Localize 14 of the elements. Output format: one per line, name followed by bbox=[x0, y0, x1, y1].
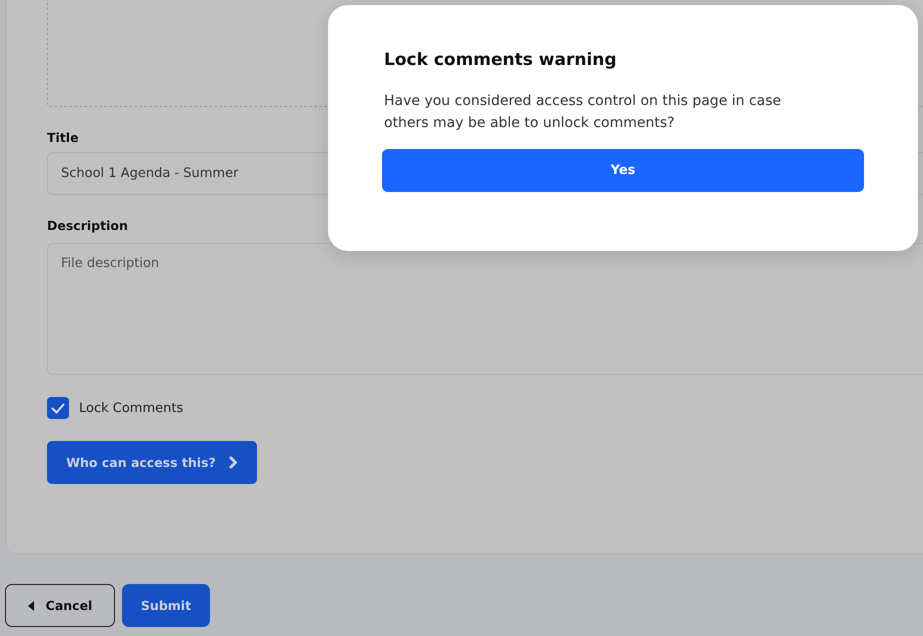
field-label: Title bbox=[47, 130, 79, 145]
dialog-message: Have you considered access control on this page in case others may be able to unlock comments? bbox=[384, 92, 782, 133]
dialog-title: Lock comments warning bbox=[384, 50, 618, 70]
submit-button[interactable]: Submit bbox=[122, 584, 210, 627]
caret-left-icon bbox=[28, 600, 34, 610]
yes-button[interactable]: Yes bbox=[382, 149, 864, 192]
cancel-button[interactable]: Cancel bbox=[5, 584, 115, 627]
checkbox-label: Lock Comments bbox=[79, 400, 184, 416]
access-button[interactable]: Who can access this? bbox=[47, 441, 257, 484]
checkmark-icon bbox=[51, 402, 65, 414]
field-label: Description bbox=[47, 218, 128, 233]
chevron-right-icon bbox=[228, 456, 238, 469]
checkbox[interactable] bbox=[47, 397, 69, 419]
description-input[interactable]: File description bbox=[47, 243, 923, 375]
